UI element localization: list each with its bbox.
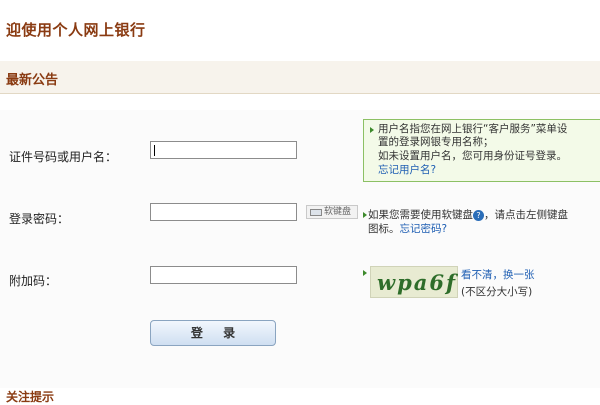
extra-code-label: 附加码： xyxy=(9,274,58,288)
id-number-label: 证件号码或用户名： xyxy=(9,150,118,164)
captcha-text: wpa6f xyxy=(377,270,458,295)
password-hint-text: 如果您需要使用软键盘 xyxy=(368,209,473,221)
hint-line-2: 置的登录网银专用名称； xyxy=(378,136,494,148)
forgot-password-link[interactable]: 忘记密码? xyxy=(400,223,448,235)
soft-keyboard-label: 软键盘 xyxy=(324,207,352,217)
refresh-captcha-link[interactable]: 换一张 xyxy=(503,269,535,281)
bullet-icon xyxy=(363,270,367,276)
password-label: 登录密码： xyxy=(9,212,70,226)
login-button[interactable]: 登 录 xyxy=(150,320,276,346)
cant-see-text: 看不清， xyxy=(461,269,503,281)
bottom-section-title: 关注提示 xyxy=(6,390,55,404)
password-input[interactable] xyxy=(150,203,297,221)
bullet-icon xyxy=(363,212,367,218)
extra-code-input[interactable] xyxy=(150,266,297,284)
hint-line-3: 如未设置用户名，您可用身份证号登录。 xyxy=(378,150,567,162)
password-hint-text-3: 图标。 xyxy=(368,222,400,235)
password-hint: 如果您需要使用软键盘? ，请点击左侧键盘 图标。忘记密码? xyxy=(368,209,568,236)
captcha-image[interactable]: wpa6f xyxy=(370,266,458,298)
help-icon[interactable]: ? xyxy=(473,209,484,221)
hint-line-1: 用户名指您在网上银行“客户服务”菜单设 xyxy=(378,123,568,135)
bullet-icon xyxy=(370,127,374,133)
password-hint-text-2: ，请点击左侧键盘 xyxy=(484,209,568,221)
captcha-refresh: 看不清，换一张 xyxy=(461,268,535,283)
page-title: 迎使用个人网上银行 xyxy=(6,21,146,39)
notice-title: 最新公告 xyxy=(6,73,59,88)
notice-bar xyxy=(0,61,600,94)
soft-keyboard-button[interactable]: 软键盘 xyxy=(306,205,358,219)
id-number-input[interactable] xyxy=(150,141,297,159)
case-insensitive-note: (不区分大小写) xyxy=(461,286,533,298)
username-hint-box: 用户名指您在网上银行“客户服务”菜单设 置的登录网银专用名称； 如未设置用户名，… xyxy=(363,119,600,182)
text-caret xyxy=(154,145,155,156)
keyboard-icon xyxy=(310,209,322,216)
forgot-username-link[interactable]: 忘记用户名? xyxy=(378,164,436,178)
